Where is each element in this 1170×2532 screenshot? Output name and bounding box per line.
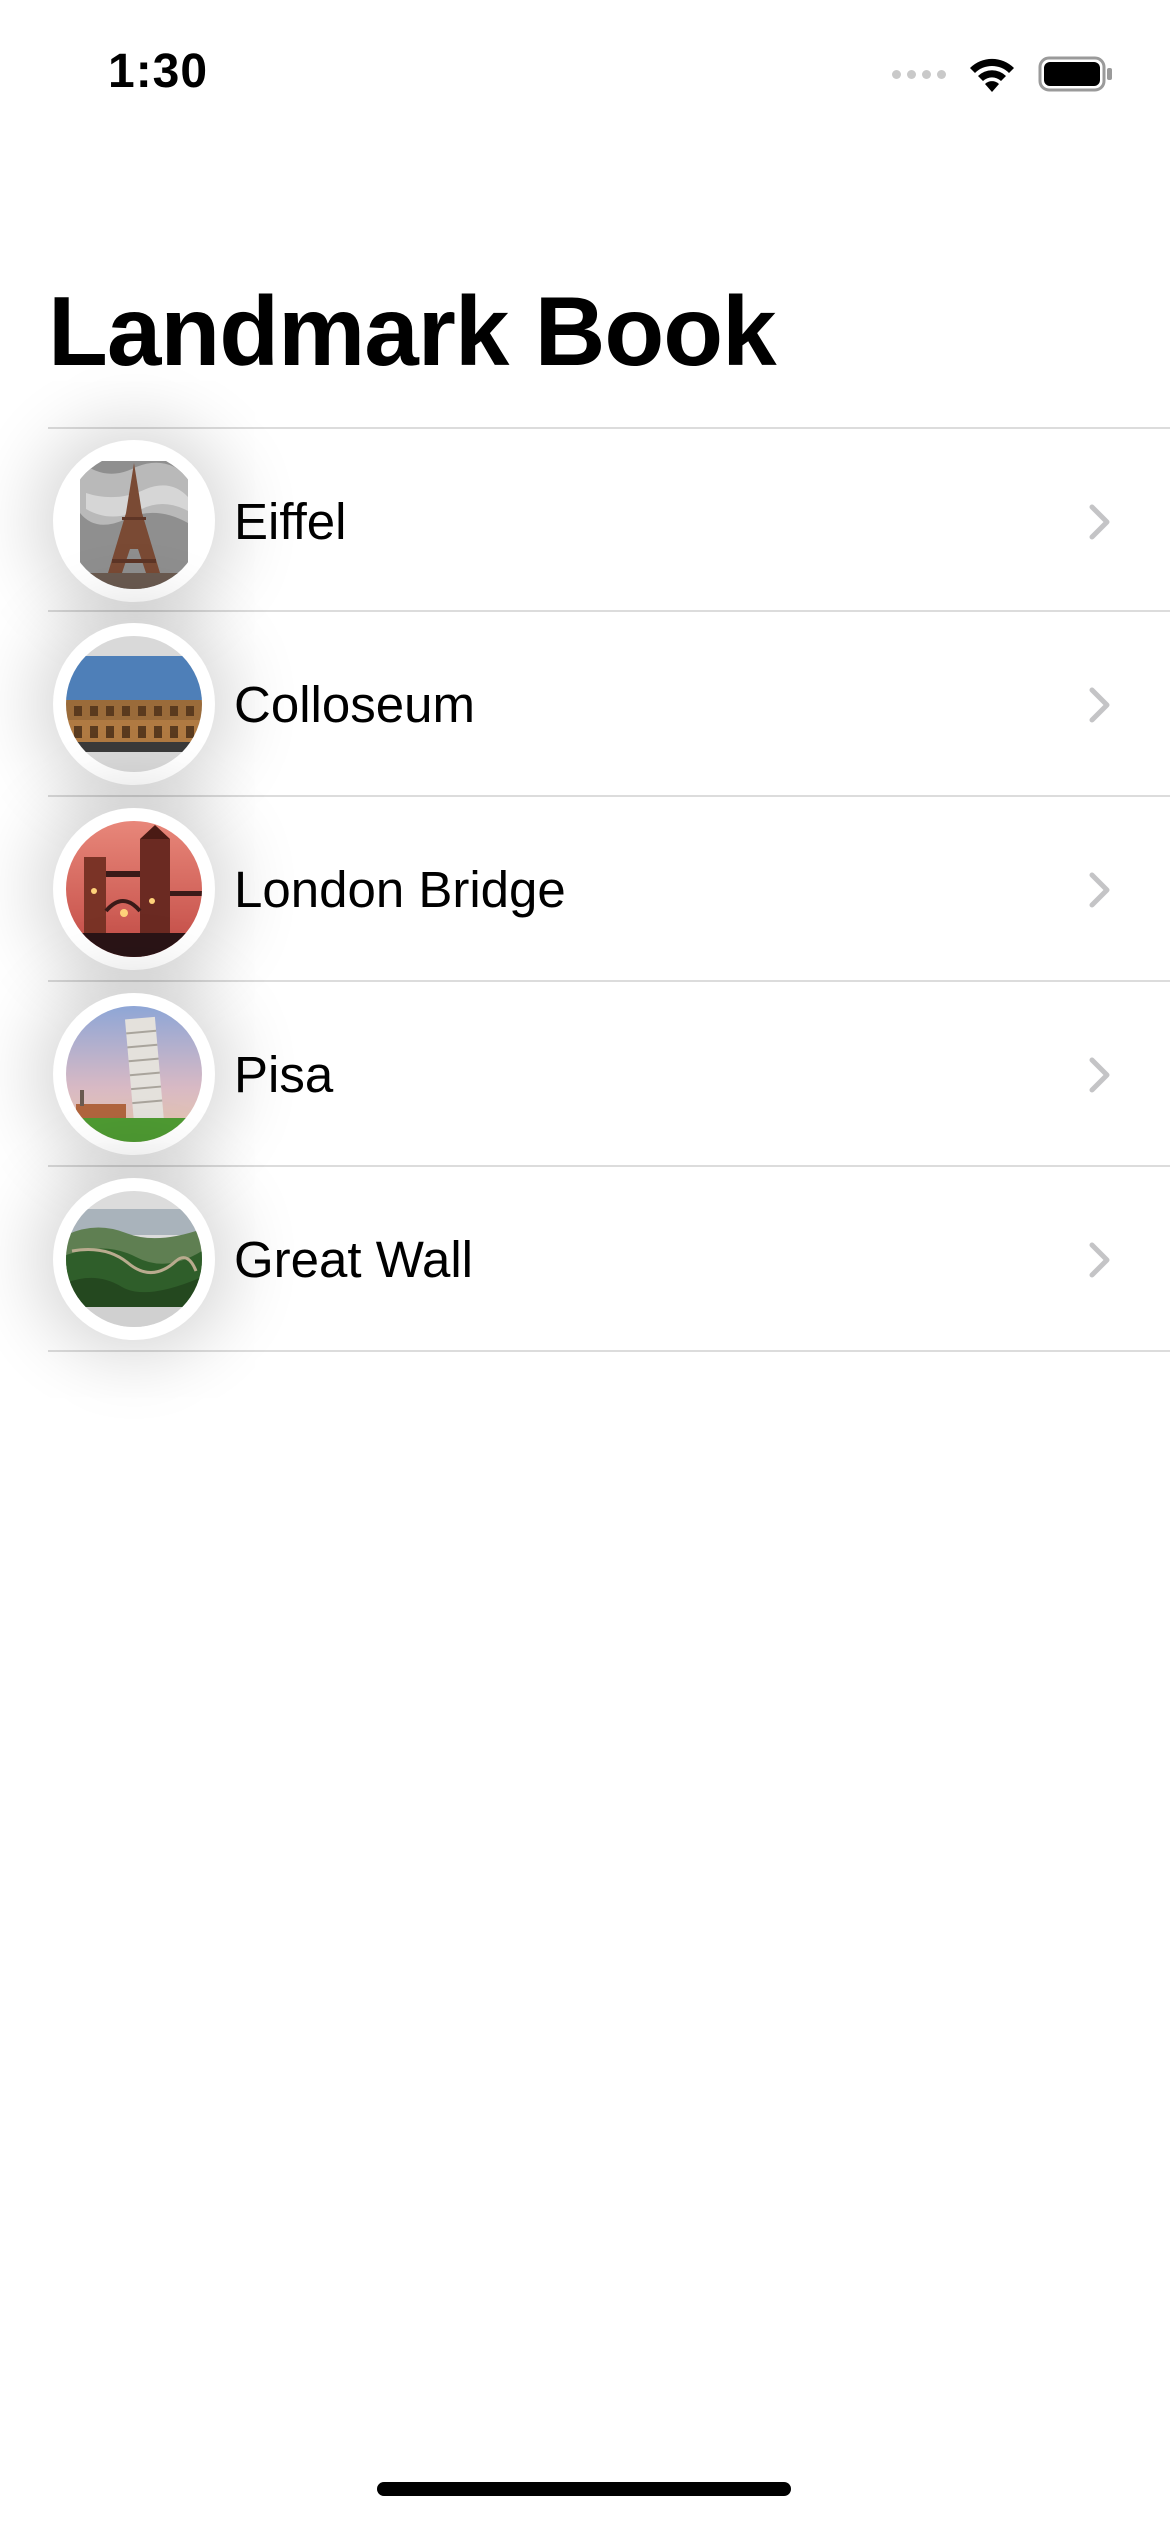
thumbnail-frame (53, 993, 215, 1155)
thumbnail-frame (53, 808, 215, 970)
chevron-right-icon (1088, 503, 1112, 541)
list-item-eiffel[interactable]: Eiffel (48, 427, 1170, 612)
thumbnail-frame (53, 623, 215, 785)
battery-icon (1038, 55, 1114, 93)
great-wall-photo (66, 1191, 202, 1327)
home-indicator[interactable] (377, 2482, 791, 2496)
thumbnail-frame (53, 440, 215, 602)
landmark-name: Pisa (234, 1046, 334, 1103)
list-item-great-wall[interactable]: Great Wall (48, 1167, 1170, 1352)
leaning-tower-pisa-photo (66, 1006, 202, 1142)
list-item-pisa[interactable]: Pisa (48, 982, 1170, 1167)
colosseum-photo (66, 636, 202, 772)
status-time: 1:30 (108, 45, 209, 98)
eiffel-tower-photo (66, 453, 202, 589)
chevron-right-icon (1088, 686, 1112, 724)
tower-bridge-photo (66, 821, 202, 957)
landmark-name: London Bridge (234, 861, 566, 918)
chevron-right-icon (1088, 1056, 1112, 1094)
page-title: Landmark Book (48, 276, 777, 386)
thumbnail-frame (53, 1178, 215, 1340)
signal-icon (892, 69, 946, 79)
list-item-london-bridge[interactable]: London Bridge (48, 797, 1170, 982)
list-item-colloseum[interactable]: Colloseum (48, 612, 1170, 797)
chevron-right-icon (1088, 1241, 1112, 1279)
status-icons (892, 52, 1114, 96)
app-screen: 1:30 Landmark Book Eiffel Colloseum Lond… (0, 0, 1170, 2532)
landmark-name: Great Wall (234, 1231, 473, 1288)
landmark-list: Eiffel Colloseum London Bridge Pisa Grea… (48, 427, 1170, 1352)
status-bar: 1:30 (0, 0, 1170, 150)
landmark-name: Colloseum (234, 676, 475, 733)
wifi-icon (966, 54, 1018, 94)
chevron-right-icon (1088, 871, 1112, 909)
landmark-name: Eiffel (234, 493, 347, 550)
